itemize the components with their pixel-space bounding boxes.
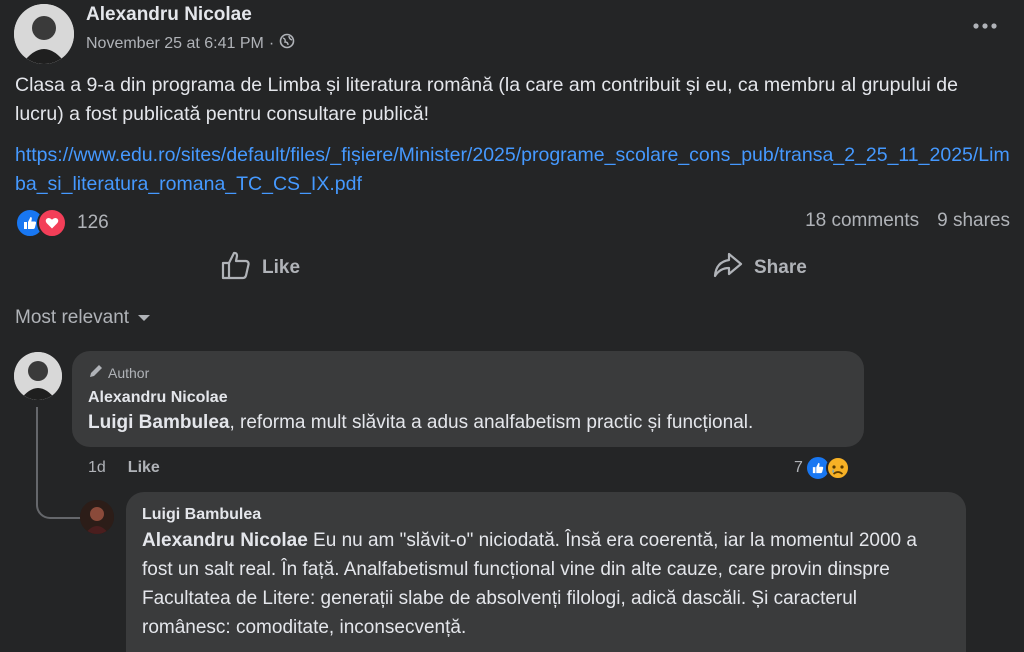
shares-count-link[interactable]: 9 shares [937, 210, 1010, 232]
caret-down-icon [137, 307, 151, 329]
reaction-count: 126 [77, 212, 109, 233]
share-icon [712, 250, 744, 286]
comment-time[interactable]: 1d [88, 459, 106, 477]
comment-text: Luigi Bambulea, reforma mult slăvita a a… [88, 409, 858, 437]
comment-reaction-count: 7 [794, 459, 803, 476]
love-icon [37, 208, 67, 238]
share-button[interactable]: Share [712, 250, 807, 286]
sad-icon [825, 455, 851, 481]
post-stats: 18 comments 9 shares [805, 210, 1010, 232]
like-button-label: Like [262, 257, 301, 278]
reply-author-name[interactable]: Luigi Bambulea [142, 506, 261, 524]
mention-link[interactable]: Luigi Bambulea [88, 412, 229, 433]
meta-separator: · [268, 34, 275, 52]
sort-label: Most relevant [15, 307, 130, 328]
comments-count-link[interactable]: 18 comments [805, 210, 919, 232]
more-options-icon[interactable] [968, 14, 1002, 38]
post-text: Clasa a 9-a din programa de Limba și lit… [15, 74, 958, 125]
reactions-summary[interactable]: 126 [15, 208, 109, 238]
post-author-name[interactable]: Alexandru Nicolae [86, 4, 252, 26]
globe-icon [279, 33, 295, 54]
like-button[interactable]: Like [220, 250, 300, 286]
thumbs-up-icon [220, 250, 252, 286]
comment-author-name[interactable]: Alexandru Nicolae [88, 389, 228, 407]
author-badge-label: Author [108, 364, 150, 381]
comment-actions: 1d Like [88, 459, 160, 477]
mention-link[interactable]: Alexandru Nicolae [142, 530, 308, 551]
share-button-label: Share [754, 257, 807, 278]
pencil-icon [88, 363, 104, 382]
comment-sort-dropdown[interactable]: Most relevant [15, 307, 151, 329]
author-badge: Author [88, 363, 149, 382]
reply-text: Alexandru Nicolae Eu nu am "slăvit-o" ni… [142, 526, 942, 642]
comment-like-button[interactable]: Like [128, 459, 160, 477]
post-author-avatar[interactable] [14, 4, 74, 64]
comment-body: , reforma mult slăvita a adus analfabeti… [229, 412, 754, 433]
reply-avatar[interactable] [80, 500, 114, 534]
comment-reactions[interactable]: 7 [794, 455, 851, 481]
post-timestamp[interactable]: November 25 at 6:41 PM [86, 35, 264, 53]
post-meta: November 25 at 6:41 PM · [86, 33, 295, 54]
post-link[interactable]: https://www.edu.ro/sites/default/files/_… [15, 141, 1015, 199]
comment-avatar[interactable] [14, 352, 62, 400]
